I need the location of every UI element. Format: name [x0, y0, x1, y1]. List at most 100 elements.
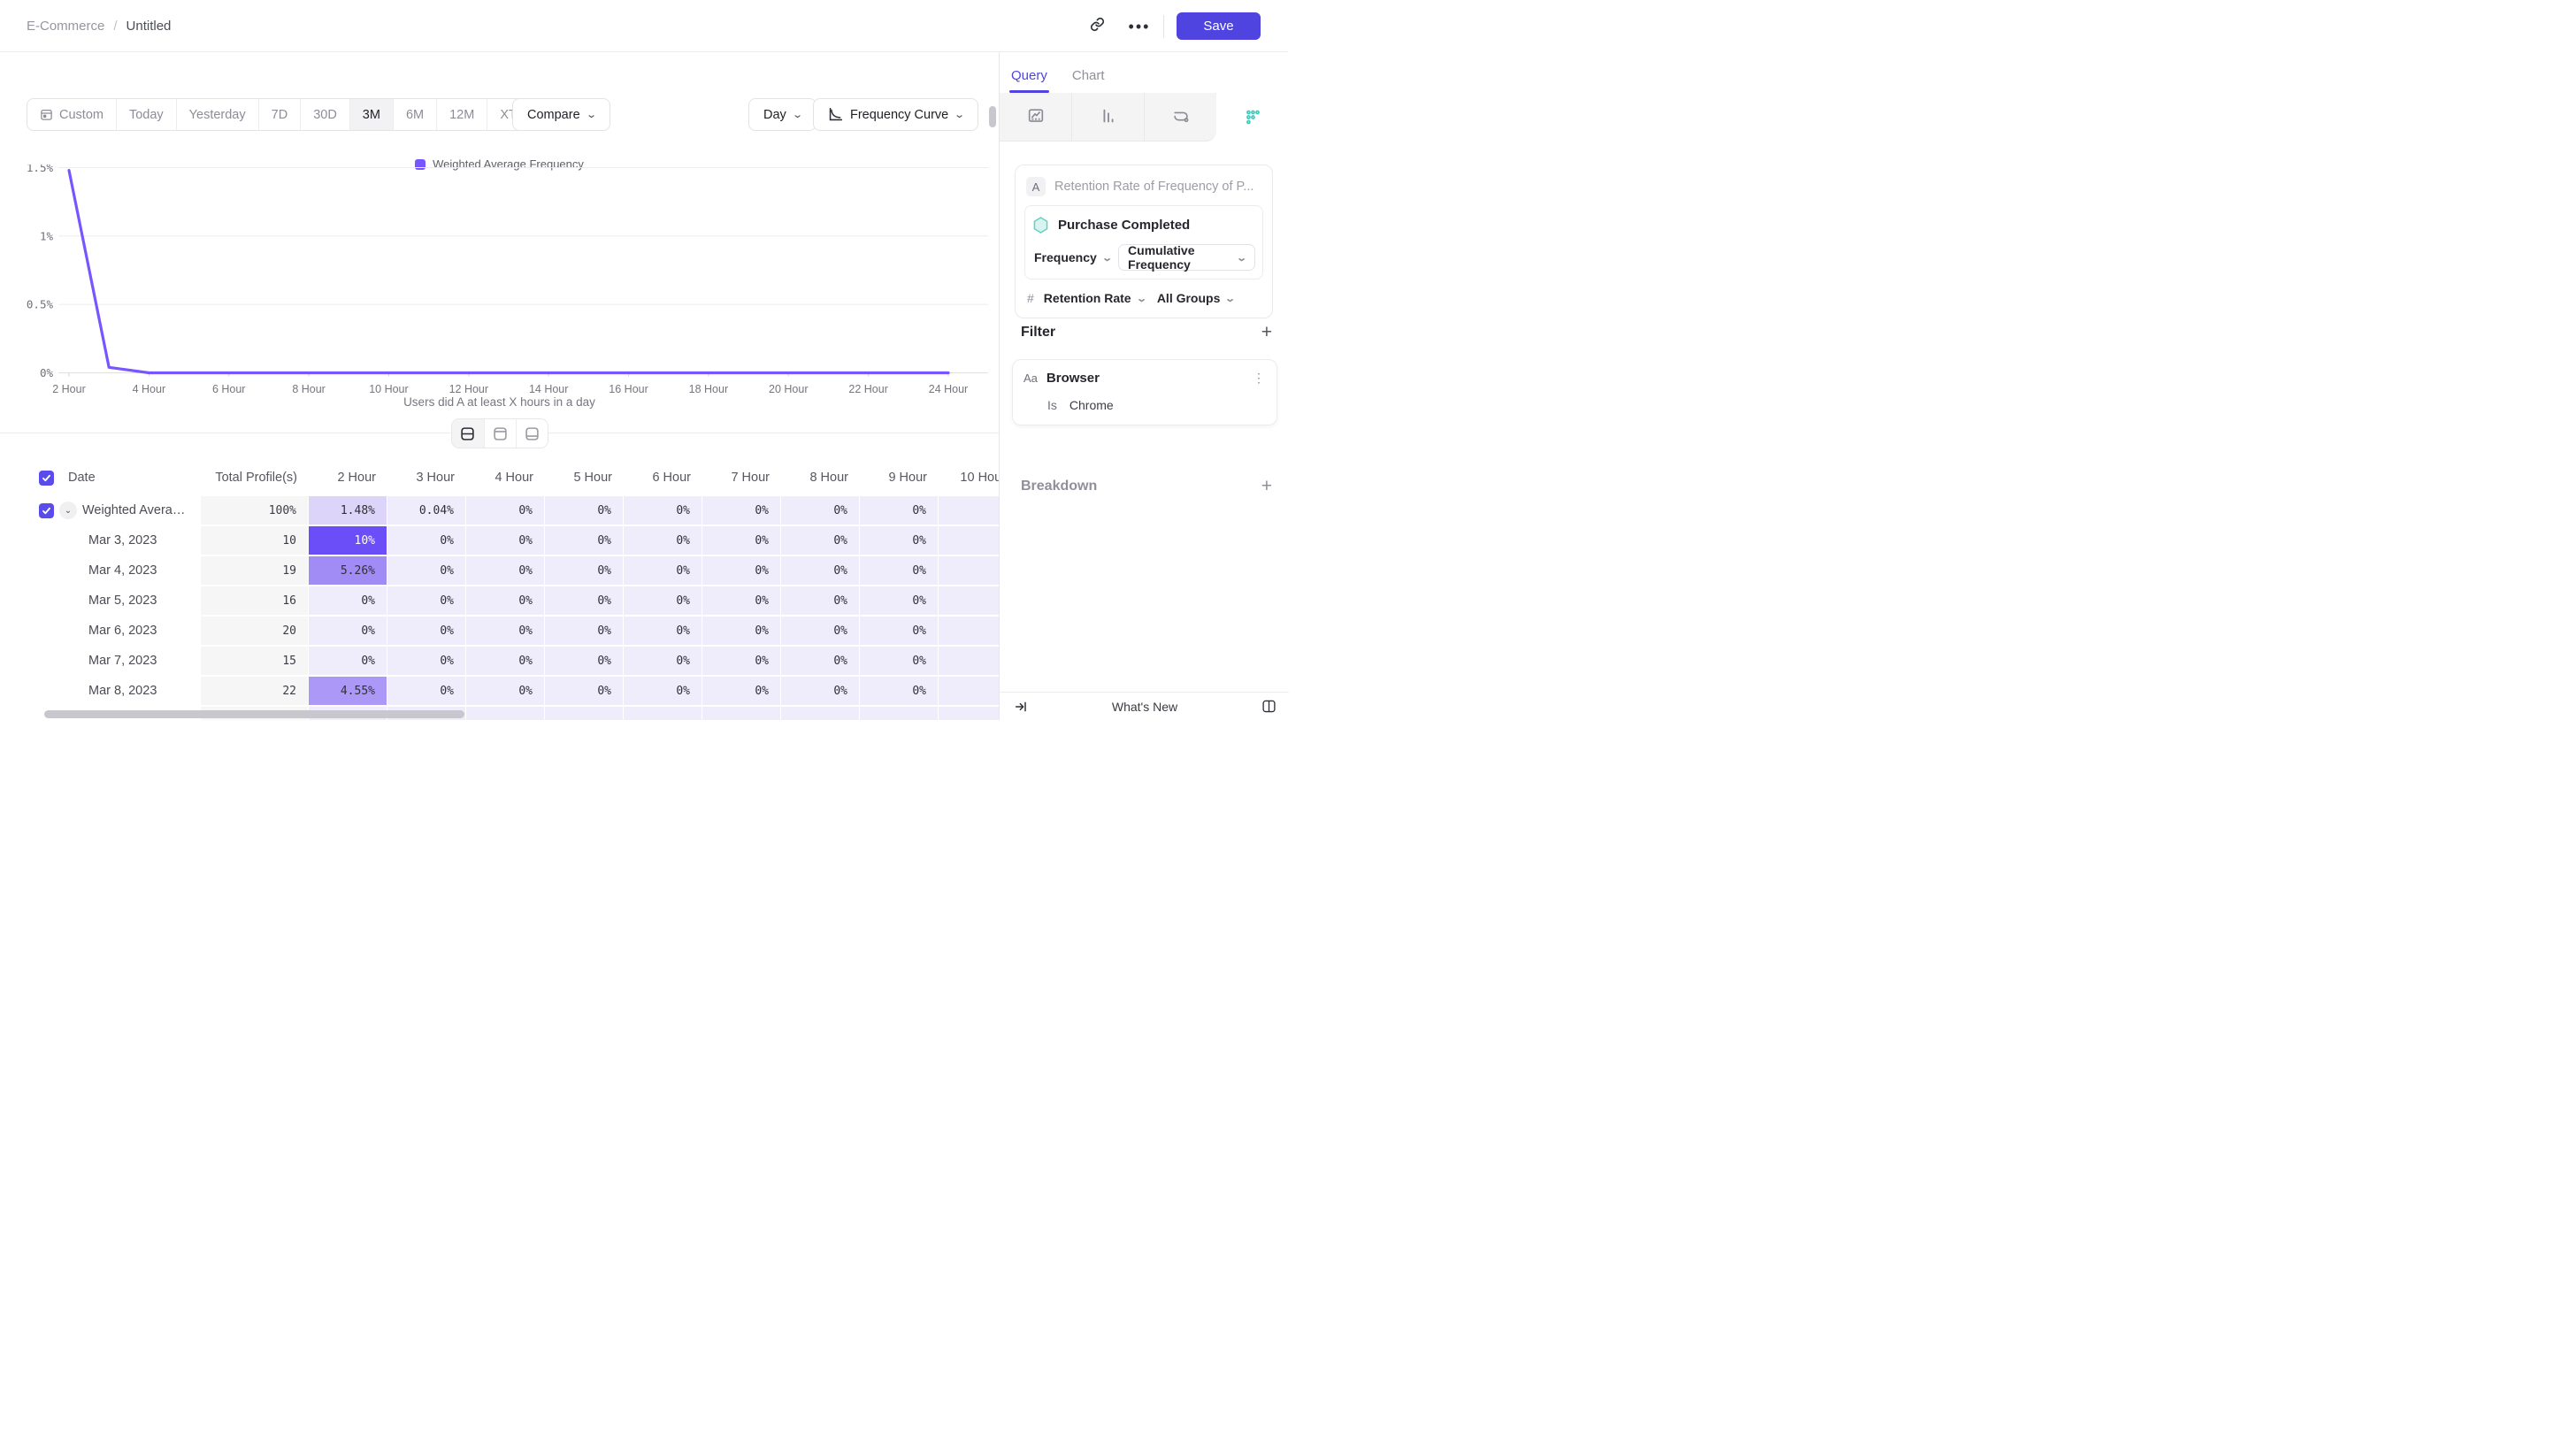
cell-value[interactable]: 0% [545, 586, 624, 616]
aggregation-dropdown[interactable]: Retention Rate ⌄ [1042, 291, 1147, 305]
cell-value[interactable] [939, 706, 999, 720]
column-header-9-hour[interactable]: 9 Hour [860, 460, 939, 495]
cell-value[interactable]: 1.48% [309, 495, 387, 525]
copy-link-button[interactable] [1082, 11, 1112, 42]
layout-split-view-button[interactable] [452, 419, 484, 448]
cell-value[interactable]: 0% [466, 525, 545, 555]
cell-value[interactable]: 0% [781, 646, 860, 676]
cell-value[interactable] [939, 646, 999, 676]
cell-value[interactable]: 0% [781, 676, 860, 706]
kebab-menu-icon[interactable]: ⋮ [1252, 374, 1266, 381]
cell-value[interactable]: 0% [309, 616, 387, 646]
chart-type-flow[interactable] [1145, 93, 1216, 142]
filter-value[interactable]: Chrome [1070, 398, 1114, 412]
cell-value[interactable] [545, 706, 624, 720]
panel-toggle-icon[interactable] [1261, 699, 1276, 714]
cell-value[interactable]: 0% [624, 555, 702, 586]
column-header-5-hour[interactable]: 5 Hour [545, 460, 624, 495]
cell-value[interactable] [624, 706, 702, 720]
cell-value[interactable]: 0% [545, 616, 624, 646]
cell-value[interactable]: 0% [387, 586, 466, 616]
cell-value[interactable]: 0% [387, 646, 466, 676]
cell-value[interactable]: 0% [860, 616, 939, 646]
cell-value[interactable]: 0% [466, 495, 545, 525]
add-breakdown-button[interactable]: + [1261, 477, 1272, 495]
cell-value[interactable]: 0% [860, 555, 939, 586]
cell-value[interactable]: 0% [387, 616, 466, 646]
cell-value[interactable]: 0% [545, 555, 624, 586]
cell-value[interactable]: 0% [702, 495, 781, 525]
cell-value[interactable]: 0% [702, 616, 781, 646]
add-filter-button[interactable]: + [1261, 323, 1272, 341]
breadcrumb-report-name[interactable]: Untitled [126, 19, 172, 34]
select-all-checkbox[interactable] [39, 471, 54, 486]
range-custom[interactable]: Custom [27, 99, 116, 130]
cell-value[interactable]: 5.26% [309, 555, 387, 586]
cell-value[interactable]: 0% [466, 555, 545, 586]
column-header-total-profile-s-[interactable]: Total Profile(s) [201, 460, 309, 495]
filter-card[interactable]: Aa Browser ⋮ Is Chrome [1012, 359, 1277, 425]
cell-value[interactable]: 4.55% [309, 676, 387, 706]
cell-value[interactable] [939, 616, 999, 646]
frequency-curve-chart[interactable]: 0%0.5%1%1.5%2 Hour4 Hour6 Hour8 Hour10 H… [0, 165, 999, 408]
cell-value[interactable]: 0% [545, 495, 624, 525]
query-series-card[interactable]: A Retention Rate of Frequency of P... Pu… [1015, 165, 1273, 318]
cell-value[interactable]: 0% [781, 586, 860, 616]
expand-row-button[interactable]: ⌄ [59, 502, 77, 519]
column-header-7-hour[interactable]: 7 Hour [702, 460, 781, 495]
cell-value[interactable]: 0% [702, 555, 781, 586]
cell-value[interactable]: 0% [309, 646, 387, 676]
event-picker[interactable]: Purchase Completed [1032, 215, 1255, 244]
tab-chart[interactable]: Chart [1072, 68, 1105, 93]
cell-value[interactable] [939, 495, 999, 525]
cell-value[interactable] [781, 706, 860, 720]
range-6m[interactable]: 6M [393, 99, 436, 130]
column-header-date[interactable]: Date [68, 471, 96, 485]
cell-value[interactable]: 0% [545, 646, 624, 676]
more-options-button[interactable]: ••• [1124, 11, 1154, 42]
range-today[interactable]: Today [116, 99, 176, 130]
cell-value[interactable]: 0% [624, 586, 702, 616]
layout-chart-view-button[interactable] [484, 419, 516, 448]
cell-value[interactable]: 0% [466, 646, 545, 676]
cell-value[interactable]: 0% [860, 525, 939, 555]
cell-value[interactable] [939, 676, 999, 706]
cell-value[interactable]: 0% [466, 616, 545, 646]
cell-value[interactable]: 0% [309, 586, 387, 616]
range-yesterday[interactable]: Yesterday [176, 99, 258, 130]
granularity-dropdown[interactable]: Day ⌄ [748, 98, 816, 131]
whats-new-link[interactable]: What's New [1028, 700, 1261, 714]
chart-type-insights[interactable] [1000, 93, 1072, 142]
cell-value[interactable]: 0% [860, 646, 939, 676]
range-7d[interactable]: 7D [258, 99, 301, 130]
chart-type-frequency[interactable] [1216, 93, 1288, 142]
groups-dropdown[interactable]: All Groups ⌄ [1155, 291, 1237, 305]
compare-button[interactable]: Compare ⌄ [512, 98, 610, 131]
measure-dropdown[interactable]: Frequency ⌄ [1032, 250, 1113, 264]
cell-value[interactable]: 0% [624, 525, 702, 555]
cell-value[interactable]: 0% [545, 525, 624, 555]
chart-mode-dropdown[interactable]: Frequency Curve ⌄ [813, 98, 978, 131]
cell-value[interactable] [466, 706, 545, 720]
range-3m[interactable]: 3M [349, 99, 393, 130]
horizontal-scrollbar[interactable] [44, 710, 464, 718]
cell-value[interactable]: 0% [702, 646, 781, 676]
cell-value[interactable] [702, 706, 781, 720]
cell-value[interactable]: 0% [781, 495, 860, 525]
column-header-2-hour[interactable]: 2 Hour [309, 460, 387, 495]
cell-value[interactable]: 0% [387, 676, 466, 706]
cell-value[interactable]: 0% [387, 525, 466, 555]
cell-value[interactable]: 10% [309, 525, 387, 555]
cell-value[interactable]: 0% [387, 555, 466, 586]
cell-value[interactable]: 0% [702, 676, 781, 706]
vertical-scrollbar[interactable] [989, 106, 996, 127]
cell-value[interactable]: 0% [624, 676, 702, 706]
breadcrumb-project[interactable]: E-Commerce [27, 19, 104, 34]
cell-value[interactable]: 0% [702, 525, 781, 555]
column-header-8-hour[interactable]: 8 Hour [781, 460, 860, 495]
cell-value[interactable]: 0% [466, 676, 545, 706]
cell-value[interactable]: 0% [545, 676, 624, 706]
cell-value[interactable]: 0% [860, 676, 939, 706]
tab-query[interactable]: Query [1011, 68, 1047, 93]
column-header-10-hour[interactable]: 10 Hour [939, 460, 999, 495]
